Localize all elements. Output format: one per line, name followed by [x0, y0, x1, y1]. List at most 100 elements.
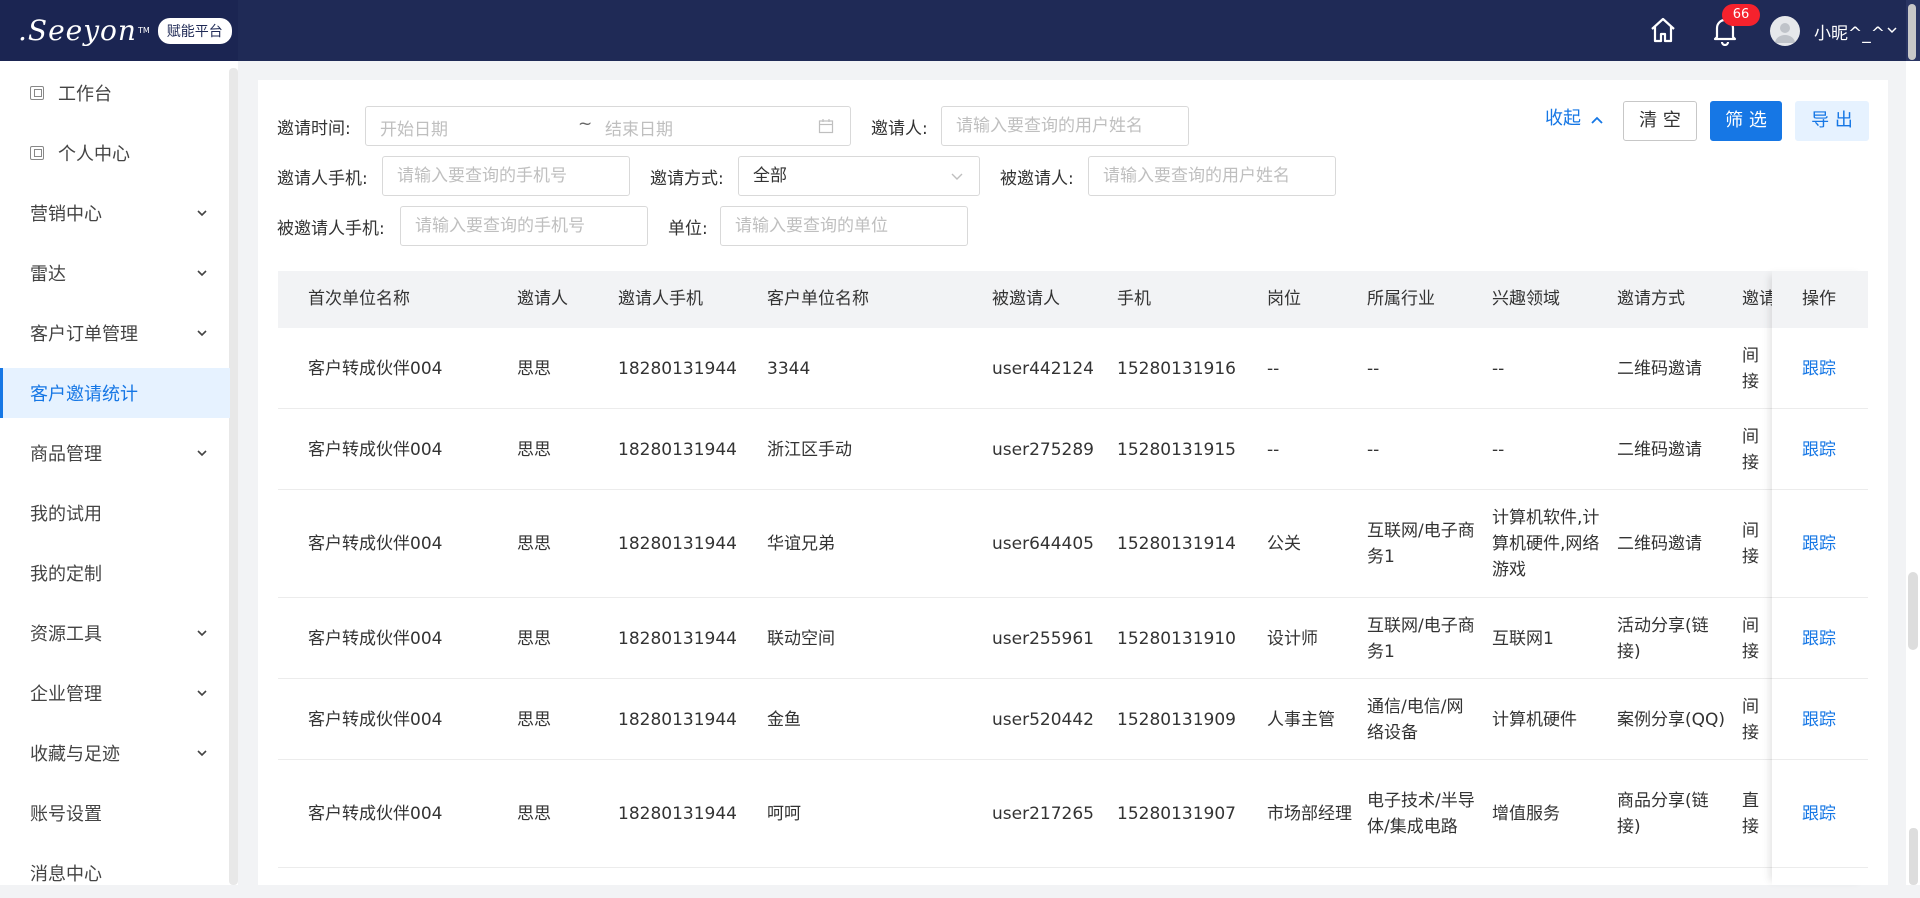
sidebar-item-my-custom[interactable]: 我的定制: [0, 548, 230, 598]
table-cell-first-unit: 客户转成伙伴004: [308, 709, 443, 730]
inviter-input[interactable]: 请输入要查询的用户姓名: [941, 106, 1189, 146]
collapse-label: 收起: [1545, 108, 1581, 129]
track-link[interactable]: 跟踪: [1802, 598, 1862, 679]
personal-center-icon: [30, 146, 44, 160]
clear-button[interactable]: 清 空: [1623, 101, 1697, 141]
page-scrollbar-thumb[interactable]: [1908, 572, 1918, 650]
sidebar-item-products[interactable]: 商品管理: [0, 428, 230, 478]
sidebar-item-radar[interactable]: 雷达: [0, 248, 230, 298]
start-date-input[interactable]: 开始日期: [380, 115, 448, 140]
invitee-label: 被邀请人:: [1000, 169, 1074, 189]
column-header[interactable]: 邀请人手机: [618, 271, 703, 328]
table-cell-phone: 15280131914: [1117, 534, 1236, 554]
sidebar-item-enterprise[interactable]: 企业管理: [0, 668, 230, 718]
sidebar-item-favorites[interactable]: 收藏与足迹: [0, 728, 230, 778]
table-cell-invitee: user442124: [992, 358, 1094, 379]
table-cell-invitee: user520442: [992, 709, 1094, 730]
table-cell-method: 商品分享(链接): [1617, 791, 1709, 837]
table-cell-interest: 计算机软件,计算机硬件,网络游戏: [1492, 508, 1600, 580]
sidebar-item-account[interactable]: 账号设置: [0, 788, 230, 838]
sidebar-item-my-trials[interactable]: 我的试用: [0, 488, 230, 538]
sidebar-item-marketing[interactable]: 营销中心: [0, 188, 230, 238]
page-scrollbar-thumb-lower[interactable]: [1909, 828, 1918, 885]
column-header[interactable]: 手机: [1117, 271, 1151, 328]
table-cell-interest: 计算机硬件: [1492, 709, 1577, 730]
action-row-divider: [1772, 867, 1868, 868]
page-scrollbar-thumb-top[interactable]: [1908, 4, 1916, 60]
track-link[interactable]: 跟踪: [1802, 328, 1862, 409]
top-bar: [0, 0, 1920, 61]
table-cell-first-unit: 客户转成伙伴004: [308, 804, 443, 824]
column-header[interactable]: 兴趣领域: [1492, 271, 1560, 328]
platform-badge: 赋能平台: [157, 17, 232, 44]
column-header[interactable]: 岗位: [1267, 271, 1301, 328]
sidebar-item-label: 工作台: [58, 84, 112, 105]
table-cell-inviter: 思思: [517, 358, 551, 379]
table-cell-method: 二维码邀请: [1617, 534, 1702, 554]
column-header[interactable]: 被邀请人: [992, 271, 1060, 328]
sidebar-item-resources[interactable]: 资源工具: [0, 608, 230, 658]
sidebar-item-orders[interactable]: 客户订单管理: [0, 308, 230, 358]
sidebar-item-label: 资源工具: [30, 624, 102, 645]
sidebar-item-personal-center[interactable]: 个人中心: [0, 128, 230, 178]
inviter-phone-input[interactable]: 请输入要查询的手机号: [382, 156, 630, 196]
sidebar-scrollbar[interactable]: [229, 68, 238, 885]
column-header[interactable]: 客户单位名称: [767, 271, 869, 328]
sidebar-item-workbench[interactable]: 工作台: [0, 68, 230, 118]
logo[interactable]: .Seeyon TM 赋能平台: [0, 0, 238, 61]
sidebar-item-label: 我的试用: [30, 504, 102, 525]
track-link[interactable]: 跟踪: [1802, 760, 1862, 868]
table-cell-invitee: user217265: [992, 804, 1094, 824]
table-cell-position: --: [1267, 439, 1280, 460]
table-cell-customer-unit: 金鱼: [767, 709, 801, 730]
chevron-up-icon[interactable]: [1589, 112, 1605, 128]
username[interactable]: 小昵^_^: [1814, 19, 1885, 44]
table-cell-method: 二维码邀请: [1617, 439, 1702, 460]
table-row: 客户转成伙伴004 思思 18280131944 呵呵 user217265 152801…: [278, 760, 1868, 868]
sidebar-item-messages[interactable]: 消息中心: [0, 848, 230, 898]
column-header[interactable]: 邀请人: [517, 271, 568, 328]
table-cell-type: 间接: [1742, 521, 1759, 567]
filter-button[interactable]: 筛 选: [1710, 101, 1782, 141]
table-cell-position: 公关: [1267, 534, 1301, 554]
chevron-down-icon[interactable]: [1886, 24, 1898, 36]
track-link[interactable]: 跟踪: [1802, 679, 1862, 760]
chevron-down-icon: [197, 450, 207, 457]
table-cell-invitee: user275289: [992, 439, 1094, 460]
table-cell-interest: 互联网1: [1492, 628, 1554, 649]
track-link[interactable]: 跟踪: [1802, 490, 1862, 598]
invite-method-label: 邀请方式:: [650, 169, 724, 189]
track-link[interactable]: 跟踪: [1802, 409, 1862, 490]
table-cell-invitee: user255961: [992, 628, 1094, 649]
table-cell-phone: 15280131910: [1117, 628, 1236, 649]
page-scrollbar[interactable]: [1906, 61, 1920, 885]
sidebar-item-label: 客户订单管理: [30, 324, 138, 345]
column-header[interactable]: 邀请: [1742, 271, 1772, 328]
home-icon[interactable]: [1648, 15, 1678, 45]
invitee-phone-input[interactable]: 请输入要查询的手机号: [400, 206, 648, 246]
table-cell-first-unit: 客户转成伙伴004: [308, 358, 443, 379]
chevron-down-icon: [197, 630, 207, 637]
sidebar-item-label: 个人中心: [58, 144, 130, 165]
table-cell-interest: 增值服务: [1492, 804, 1560, 824]
table-cell-industry: 互联网/电子商务1: [1367, 615, 1475, 662]
invitee-input[interactable]: 请输入要查询的用户姓名: [1088, 156, 1336, 196]
column-header[interactable]: 所属行业: [1367, 271, 1435, 328]
end-date-input[interactable]: 结束日期: [605, 115, 673, 140]
invite-method-select[interactable]: 全部: [738, 156, 980, 196]
table-cell-industry: 通信/电信/网络设备: [1367, 696, 1464, 743]
logo-trademark: TM: [137, 26, 150, 35]
export-button[interactable]: 导 出: [1795, 101, 1869, 141]
unit-input[interactable]: 请输入要查询的单位: [720, 206, 968, 246]
table-cell-phone: 15280131907: [1117, 804, 1236, 824]
sidebar-item-invite-stats[interactable]: 客户邀请统计: [0, 368, 230, 418]
column-header[interactable]: 首次单位名称: [308, 271, 410, 328]
table-cell-type: 直接: [1742, 791, 1759, 837]
table-row: 客户转成伙伴004 思思 18280131944 华谊兄弟 user644405 1528…: [278, 490, 1868, 598]
column-header[interactable]: 邀请方式: [1617, 271, 1685, 328]
avatar[interactable]: [1770, 16, 1800, 46]
sidebar-item-label: 我的定制: [30, 564, 102, 585]
table-cell-customer-unit: 呵呵: [767, 804, 801, 824]
table-cell-phone: 15280131909: [1117, 709, 1236, 730]
table-cell-customer-unit: 3344: [767, 358, 811, 379]
